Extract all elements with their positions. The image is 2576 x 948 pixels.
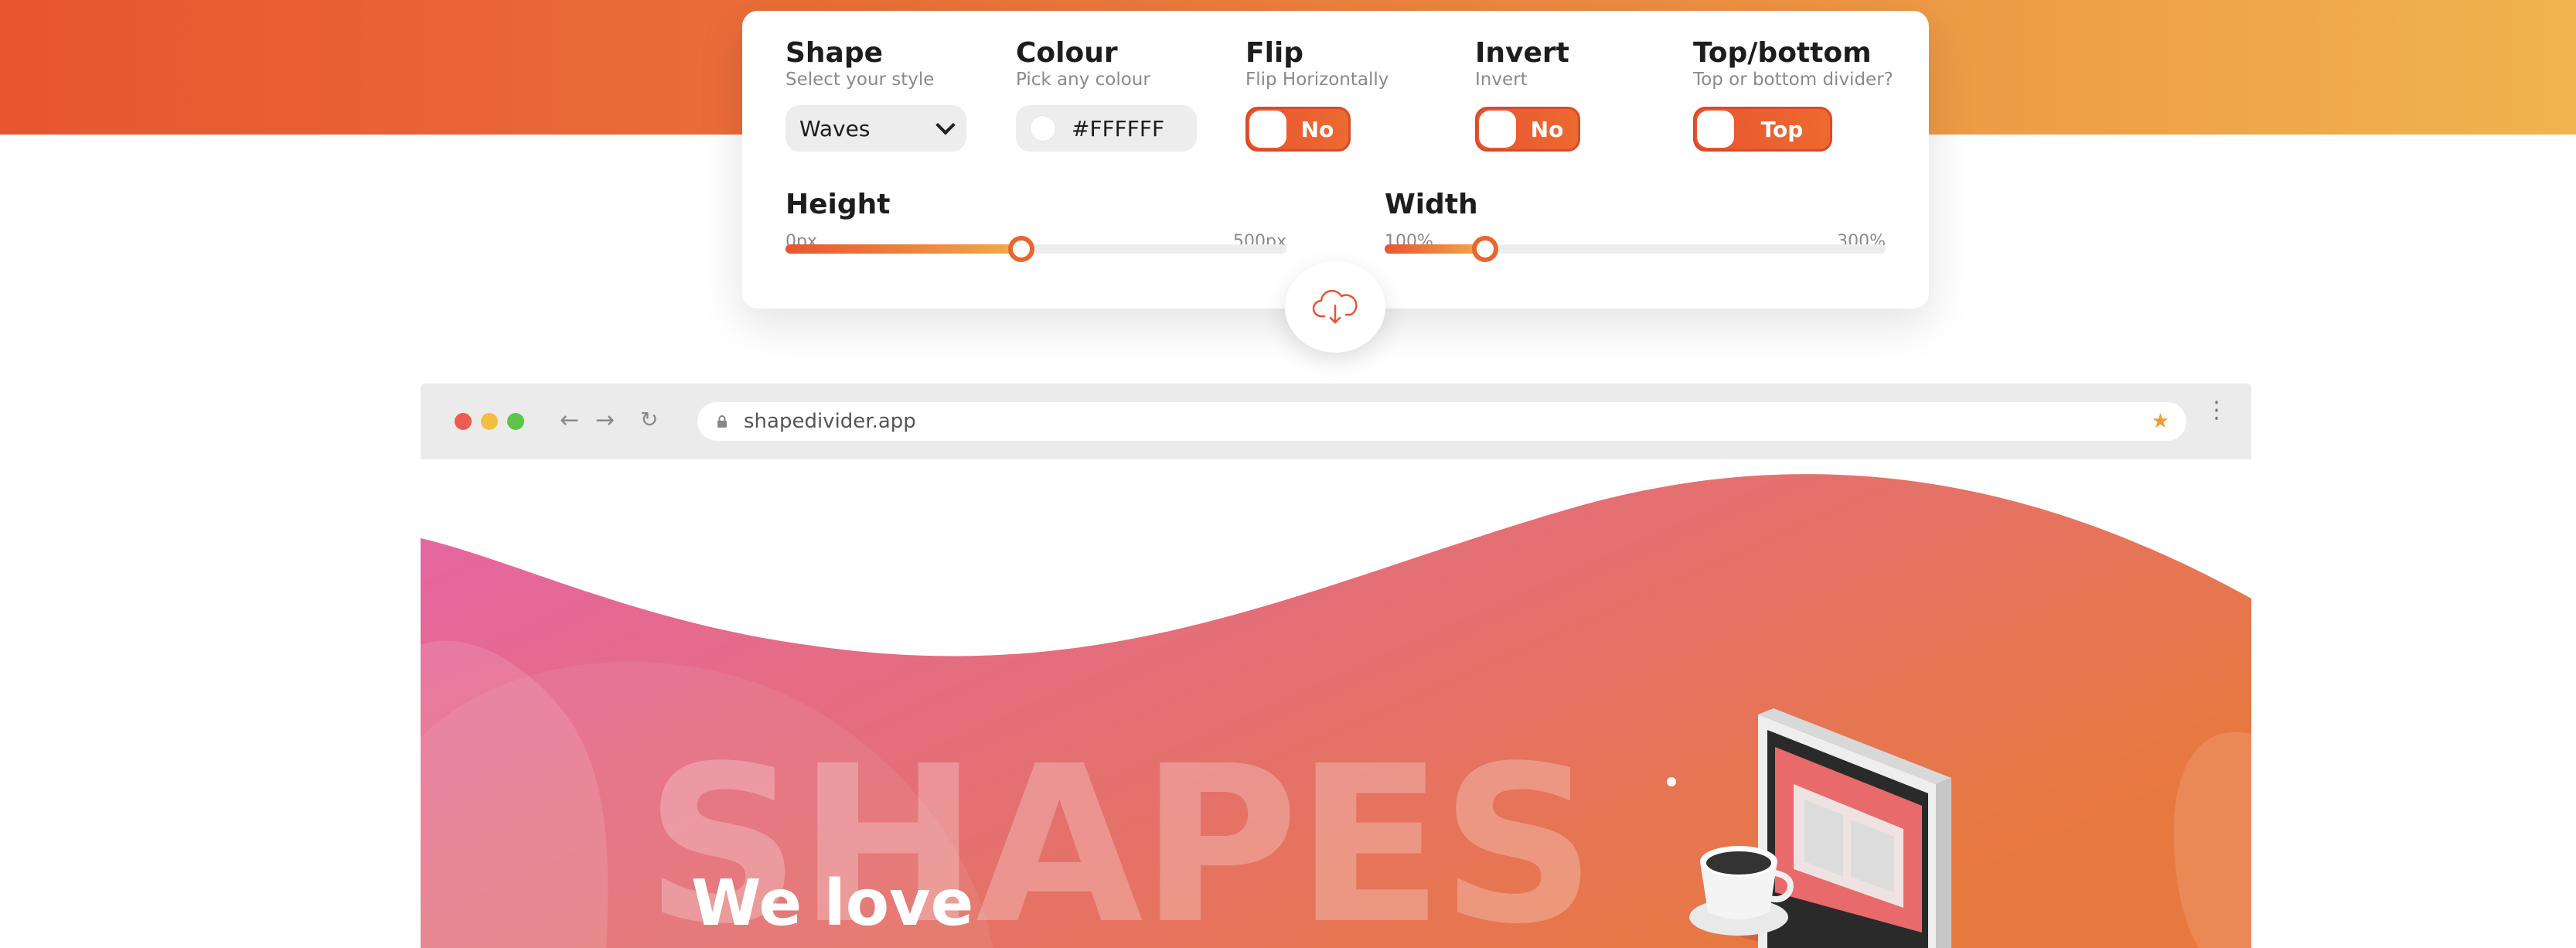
- height-slider[interactable]: [785, 236, 1286, 262]
- flip-control: Flip Flip Horizontally: [1245, 37, 1389, 90]
- colour-subtitle: Pick any colour: [1016, 70, 1150, 90]
- height-title: Height: [785, 189, 891, 220]
- dot-decoration: [1667, 777, 1676, 786]
- download-button[interactable]: [1285, 261, 1385, 353]
- width-slider[interactable]: [1385, 236, 1886, 262]
- toggle-knob: [1479, 111, 1516, 148]
- colour-picker-field[interactable]: #FFFFFF: [1016, 105, 1197, 152]
- colour-swatch[interactable]: [1030, 115, 1056, 142]
- shape-select-value: Waves: [799, 115, 871, 142]
- browser-toolbar: ← → ↻ shapedivider.app ★ ⋮: [421, 384, 2251, 459]
- star-icon[interactable]: ★: [2152, 410, 2169, 433]
- browser-mockup: ← → ↻ shapedivider.app ★ ⋮ SHAPES We lov…: [421, 384, 2251, 948]
- toggle-knob: [1697, 111, 1734, 148]
- width-title: Width: [1385, 189, 1478, 220]
- flip-subtitle: Flip Horizontally: [1245, 70, 1389, 90]
- top-bottom-toggle[interactable]: Top: [1693, 107, 1832, 152]
- chevron-down-icon: [935, 115, 956, 135]
- top-bottom-toggle-label: Top: [1760, 116, 1804, 142]
- width-control: Width 100% 300%: [1385, 189, 1886, 251]
- reload-icon[interactable]: ↻: [640, 407, 658, 432]
- toggle-knob: [1249, 111, 1286, 148]
- shape-subtitle: Select your style: [785, 70, 935, 90]
- height-control: Height 0px 500px: [785, 189, 1286, 251]
- top-bottom-subtitle: Top or bottom divider?: [1693, 70, 1893, 90]
- invert-control: Invert Invert: [1475, 37, 1569, 90]
- colour-title: Colour: [1016, 37, 1118, 69]
- invert-subtitle: Invert: [1475, 70, 1528, 90]
- invert-title: Invert: [1475, 37, 1569, 69]
- address-bar[interactable]: shapedivider.app ★: [697, 402, 2186, 441]
- minimize-window-dot: [481, 413, 498, 430]
- more-options-icon[interactable]: ⋮: [2205, 399, 2228, 422]
- top-bottom-control: Top/bottom Top or bottom divider?: [1693, 37, 1893, 90]
- height-slider-fill: [785, 244, 1021, 254]
- close-window-dot: [455, 413, 472, 430]
- lock-icon: [717, 415, 727, 428]
- flip-toggle-label: No: [1300, 116, 1334, 142]
- cloud-download-icon: [1312, 289, 1358, 324]
- colour-value: #FFFFFF: [1072, 115, 1165, 142]
- shape-title: Shape: [785, 37, 884, 69]
- invert-toggle[interactable]: No: [1475, 107, 1580, 152]
- hero-section: SHAPES We love: [421, 459, 2251, 948]
- flip-toggle[interactable]: No: [1245, 107, 1351, 152]
- shape-control: Shape Select your style: [785, 37, 934, 90]
- top-bottom-title: Top/bottom: [1693, 37, 1872, 69]
- colour-control: Colour Pick any colour: [1016, 37, 1150, 90]
- height-slider-thumb[interactable]: [1008, 236, 1034, 262]
- forward-arrow-icon[interactable]: →: [595, 407, 615, 434]
- back-arrow-icon[interactable]: ←: [560, 407, 579, 434]
- shape-select[interactable]: Waves: [785, 105, 966, 152]
- width-slider-fill: [1385, 244, 1485, 254]
- flip-title: Flip: [1245, 37, 1304, 69]
- hero-subheadline: We love: [691, 867, 974, 940]
- url-text: shapedivider.app: [744, 410, 916, 433]
- invert-toggle-label: No: [1530, 116, 1564, 142]
- maximize-window-dot: [507, 413, 524, 430]
- width-slider-thumb[interactable]: [1472, 236, 1498, 262]
